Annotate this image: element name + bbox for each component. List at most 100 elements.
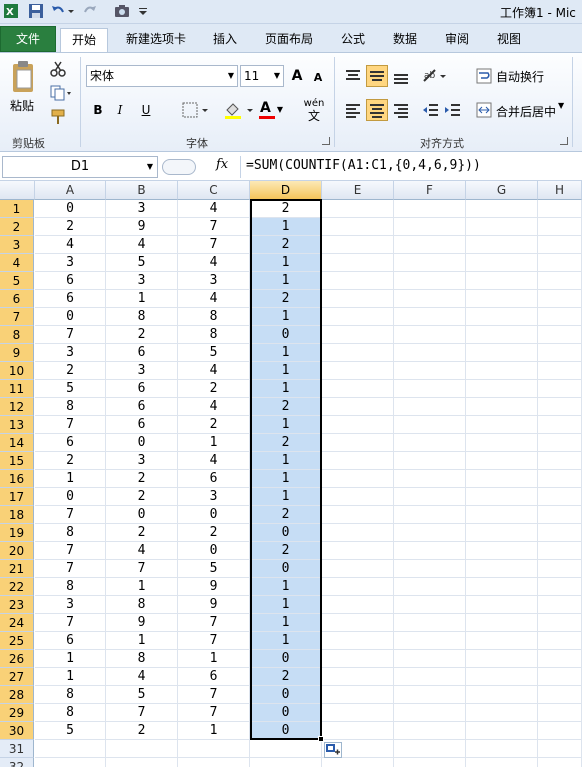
table-cell[interactable]: 2	[250, 236, 322, 254]
row-header[interactable]: 6	[0, 290, 34, 308]
table-cell[interactable]: 6	[106, 380, 178, 398]
row-header[interactable]: 32	[0, 758, 34, 767]
table-cell[interactable]	[538, 704, 582, 722]
table-cell[interactable]	[394, 596, 466, 614]
table-cell[interactable]	[394, 632, 466, 650]
row-header[interactable]: 9	[0, 344, 34, 362]
table-cell[interactable]: 1	[250, 452, 322, 470]
row-header[interactable]: 21	[0, 560, 34, 578]
table-cell[interactable]: 1	[250, 416, 322, 434]
table-cell[interactable]	[538, 236, 582, 254]
row-header[interactable]: 1	[0, 200, 34, 218]
table-cell[interactable]	[466, 416, 538, 434]
row-header[interactable]: 18	[0, 506, 34, 524]
table-cell[interactable]	[466, 542, 538, 560]
tab-review[interactable]: 审阅	[438, 28, 476, 52]
table-cell[interactable]	[394, 758, 466, 767]
table-cell[interactable]	[538, 542, 582, 560]
tab-insert[interactable]: 插入	[206, 28, 244, 52]
table-cell[interactable]	[538, 506, 582, 524]
table-cell[interactable]	[394, 254, 466, 272]
font-size-combo[interactable]: 11 ▼	[240, 65, 284, 87]
table-cell[interactable]	[394, 290, 466, 308]
table-cell[interactable]: 1	[250, 272, 322, 290]
font-color-button[interactable]: A ▼	[256, 99, 286, 121]
table-cell[interactable]: 7	[106, 560, 178, 578]
table-cell[interactable]	[538, 398, 582, 416]
table-cell[interactable]: 0	[250, 722, 322, 740]
cut-icon[interactable]	[48, 59, 68, 81]
table-cell[interactable]	[538, 254, 582, 272]
table-cell[interactable]	[322, 614, 394, 632]
chevron-down-icon[interactable]: ▼	[558, 101, 564, 110]
table-cell[interactable]	[538, 758, 582, 767]
paste-label[interactable]: 粘贴	[10, 97, 34, 114]
customize-qat-icon[interactable]	[138, 3, 148, 19]
table-cell[interactable]: 0	[250, 704, 322, 722]
grow-font-button[interactable]: A	[288, 65, 306, 87]
table-cell[interactable]	[538, 578, 582, 596]
underline-button[interactable]: U	[134, 99, 158, 121]
table-cell[interactable]	[394, 524, 466, 542]
table-cell[interactable]	[538, 416, 582, 434]
table-cell[interactable]	[322, 236, 394, 254]
table-cell[interactable]: 9	[106, 218, 178, 236]
undo-dropdown-icon[interactable]	[67, 3, 75, 19]
table-cell[interactable]: 2	[35, 452, 106, 470]
table-cell[interactable]	[466, 614, 538, 632]
table-cell[interactable]: 1	[250, 614, 322, 632]
font-name-combo[interactable]: 宋体 ▼	[86, 65, 238, 87]
table-cell[interactable]	[394, 200, 466, 218]
table-cell[interactable]: 1	[178, 650, 250, 668]
table-cell[interactable]	[394, 506, 466, 524]
insert-function-button[interactable]: fx	[216, 157, 228, 172]
table-cell[interactable]	[322, 254, 394, 272]
table-cell[interactable]	[538, 272, 582, 290]
row-header[interactable]: 23	[0, 596, 34, 614]
table-cell[interactable]	[538, 326, 582, 344]
table-cell[interactable]: 1	[250, 254, 322, 272]
shrink-font-button[interactable]: A	[310, 67, 326, 89]
table-cell[interactable]	[322, 200, 394, 218]
table-cell[interactable]	[250, 740, 322, 758]
table-cell[interactable]	[322, 524, 394, 542]
row-header[interactable]: 11	[0, 380, 34, 398]
table-cell[interactable]: 4	[106, 542, 178, 560]
merge-center-icon[interactable]	[474, 99, 494, 121]
table-cell[interactable]: 9	[106, 614, 178, 632]
increase-indent-icon[interactable]	[442, 99, 462, 121]
borders-icon[interactable]	[180, 99, 210, 121]
table-cell[interactable]: 8	[106, 308, 178, 326]
table-cell[interactable]: 2	[250, 434, 322, 452]
table-cell[interactable]	[466, 344, 538, 362]
table-cell[interactable]: 1	[35, 668, 106, 686]
table-cell[interactable]	[106, 758, 178, 767]
table-cell[interactable]	[538, 452, 582, 470]
table-cell[interactable]	[394, 650, 466, 668]
row-header[interactable]: 31	[0, 740, 34, 758]
table-cell[interactable]	[394, 614, 466, 632]
align-middle-icon[interactable]	[366, 65, 388, 87]
fill-color-icon[interactable]	[222, 99, 256, 121]
table-cell[interactable]: 2	[178, 380, 250, 398]
table-cell[interactable]	[106, 740, 178, 758]
table-cell[interactable]: 7	[178, 704, 250, 722]
table-cell[interactable]: 1	[35, 470, 106, 488]
table-cell[interactable]	[466, 560, 538, 578]
table-cell[interactable]: 2	[35, 218, 106, 236]
table-cell[interactable]	[538, 308, 582, 326]
row-header[interactable]: 13	[0, 416, 34, 434]
row-header[interactable]: 17	[0, 488, 34, 506]
table-cell[interactable]	[322, 578, 394, 596]
table-cell[interactable]: 8	[35, 524, 106, 542]
table-cell[interactable]	[322, 398, 394, 416]
tab-formulas[interactable]: 公式	[334, 28, 372, 52]
table-cell[interactable]: 0	[35, 308, 106, 326]
row-header[interactable]: 16	[0, 470, 34, 488]
bold-button[interactable]: B	[88, 99, 108, 121]
table-cell[interactable]	[466, 308, 538, 326]
table-cell[interactable]: 1	[250, 380, 322, 398]
table-cell[interactable]: 0	[250, 560, 322, 578]
table-cell[interactable]: 8	[178, 308, 250, 326]
table-cell[interactable]	[35, 758, 106, 767]
